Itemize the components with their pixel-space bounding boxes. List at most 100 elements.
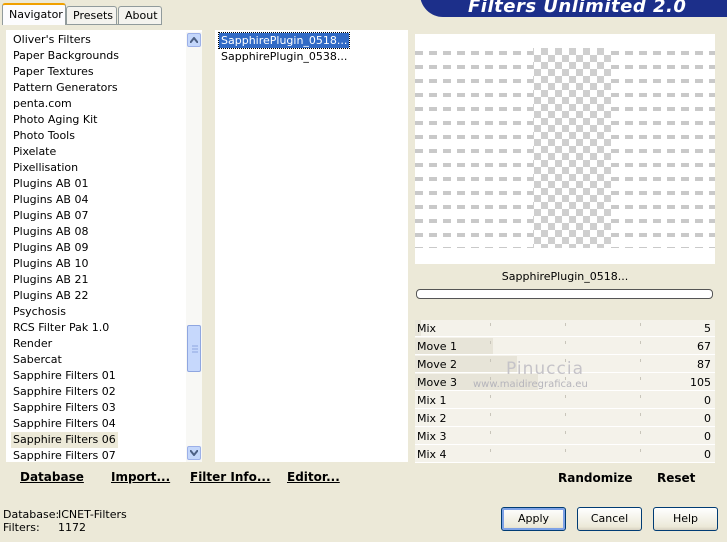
parameter-name: Move 1	[417, 340, 457, 353]
database-info-value: ICNET-Filters	[58, 508, 127, 521]
parameter-name: Mix 2	[417, 412, 447, 425]
chevron-up-icon	[190, 37, 198, 43]
category-item[interactable]: Plugins AB 10	[11, 256, 90, 272]
slider-tick	[640, 413, 641, 416]
parameter-value: 87	[697, 358, 711, 371]
cancel-button[interactable]: Cancel	[577, 507, 642, 531]
category-list[interactable]: Oliver's Filters Paper Backgrounds Paper T…	[6, 30, 202, 462]
category-item[interactable]: penta.com	[11, 96, 74, 112]
category-item[interactable]: Paper Backgrounds	[11, 48, 121, 64]
apply-button[interactable]: Apply	[501, 507, 566, 531]
scroll-up-button[interactable]	[187, 33, 201, 47]
import-link[interactable]: Import...	[111, 470, 170, 484]
slider-tick	[565, 323, 566, 326]
slider-tick	[565, 395, 566, 398]
category-item[interactable]: RCS Filter Pak 1.0	[11, 320, 111, 336]
parameter-panel: Mix 5 Move 1 67 Move 2 87 Move 3 105 Mix 1 0 Mix 2…	[415, 320, 715, 463]
parameter-value: 0	[704, 448, 711, 461]
category-item[interactable]: Sapphire Filters 01	[11, 368, 118, 384]
parameter-slider[interactable]: Mix 1 0	[415, 392, 715, 409]
filters-info-label: Filters:	[3, 521, 40, 534]
slider-tick	[565, 341, 566, 344]
randomize-button[interactable]: Randomize	[558, 471, 632, 485]
slider-tick	[640, 359, 641, 362]
help-button[interactable]: Help	[653, 507, 718, 531]
parameter-slider[interactable]: Mix 2 0	[415, 410, 715, 427]
editor-link[interactable]: Editor...	[287, 470, 340, 484]
category-item[interactable]: Sapphire Filters 02	[11, 384, 118, 400]
scroll-down-button[interactable]	[187, 446, 201, 460]
preview-image	[415, 34, 715, 264]
parameter-value: 105	[690, 376, 711, 389]
tab-about[interactable]: About	[118, 6, 162, 24]
category-item[interactable]: Photo Aging Kit	[11, 112, 99, 128]
watermark-name: Pinuccia	[506, 359, 584, 379]
grip-icon	[192, 345, 198, 353]
category-item[interactable]: Psychosis	[11, 304, 68, 320]
slider-tick	[490, 431, 491, 434]
filter-list[interactable]: SapphirePlugin_0518... SapphirePlugin_053…	[215, 30, 408, 462]
category-item[interactable]: Plugins AB 21	[11, 272, 90, 288]
filter-item[interactable]: SapphirePlugin_0538...	[219, 49, 349, 64]
parameter-slider[interactable]: Move 1 67	[415, 338, 715, 355]
category-item[interactable]: Sapphire Filters 07	[11, 448, 118, 464]
category-item[interactable]: Pixelate	[11, 144, 58, 160]
category-item[interactable]: Plugins AB 08	[11, 224, 90, 240]
parameter-value: 5	[704, 322, 711, 335]
slider-tick	[490, 395, 491, 398]
category-item[interactable]: Plugins AB 04	[11, 192, 90, 208]
category-item[interactable]: Sapphire Filters 06	[11, 432, 118, 448]
tab-navigator[interactable]: Navigator	[2, 3, 66, 25]
parameter-value: 0	[704, 394, 711, 407]
slider-tick	[490, 341, 491, 344]
app-title: Filters Unlimited 2.0	[468, 0, 687, 17]
filter-info-link[interactable]: Filter Info...	[190, 470, 271, 484]
category-item[interactable]: Plugins AB 01	[11, 176, 90, 192]
preview-label: SapphirePlugin_0518...	[501, 270, 629, 283]
filter-item[interactable]: SapphirePlugin_0518...	[217, 32, 351, 49]
category-scrollbar[interactable]	[186, 32, 202, 462]
parameter-name: Mix 3	[417, 430, 447, 443]
category-item[interactable]: Plugins AB 22	[11, 288, 90, 304]
parameter-slider[interactable]: Mix 5	[415, 320, 715, 337]
slider-tick	[640, 395, 641, 398]
category-item[interactable]: Sapphire Filters 04	[11, 416, 118, 432]
slider-tick	[640, 449, 641, 452]
category-item[interactable]: Plugins AB 09	[11, 240, 90, 256]
category-item[interactable]: Render	[11, 336, 54, 352]
category-item[interactable]: Pixellisation	[11, 160, 80, 176]
slider-tick	[490, 359, 491, 362]
slider-tick	[640, 377, 641, 380]
tab-presets[interactable]: Presets	[66, 6, 117, 24]
parameter-actions: Randomize Reset	[415, 465, 715, 491]
title-banner: Filters Unlimited 2.0	[420, 0, 727, 17]
category-item[interactable]: Paper Textures	[11, 64, 96, 80]
slider-tick	[490, 449, 491, 452]
parameter-slider[interactable]: Mix 4 0	[415, 446, 715, 463]
category-item[interactable]: Pattern Generators	[11, 80, 120, 96]
watermark-url: www.maidiregrafica.eu	[473, 379, 588, 390]
reset-button[interactable]: Reset	[657, 471, 695, 485]
chevron-down-icon	[190, 450, 198, 456]
category-item[interactable]: Photo Tools	[11, 128, 77, 144]
slider-tick	[565, 431, 566, 434]
category-item[interactable]: Plugins AB 07	[11, 208, 90, 224]
filters-info-value: 1172	[58, 521, 86, 534]
slider-tick	[640, 431, 641, 434]
preview-pattern	[415, 48, 715, 248]
slider-tick	[565, 449, 566, 452]
slider-tick	[640, 323, 641, 326]
slider-tick	[490, 323, 491, 326]
database-info-label: Database:	[3, 508, 60, 521]
category-item[interactable]: Sapphire Filters 03	[11, 400, 118, 416]
scroll-thumb[interactable]	[187, 325, 201, 372]
category-item[interactable]: Oliver's Filters	[11, 32, 93, 48]
parameter-name: Move 2	[417, 358, 457, 371]
category-item[interactable]: Sabercat	[11, 352, 64, 368]
progress-bar	[416, 289, 713, 299]
database-link[interactable]: Database	[20, 470, 84, 484]
parameter-value: 0	[704, 412, 711, 425]
slider-tick	[640, 341, 641, 344]
parameter-value: 67	[697, 340, 711, 353]
parameter-slider[interactable]: Mix 3 0	[415, 428, 715, 445]
